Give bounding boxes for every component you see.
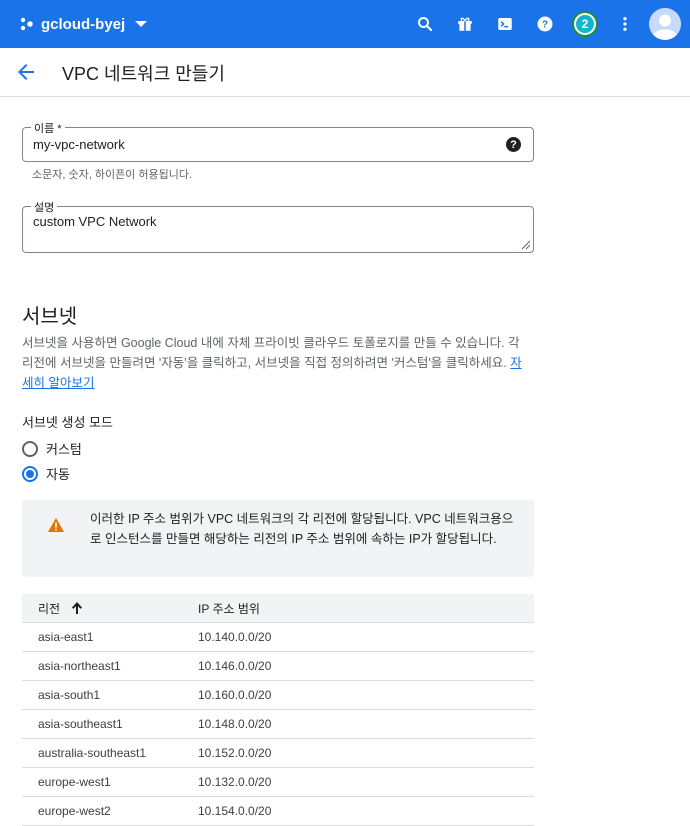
table-row: australia-southeast1 10.152.0.0/20 — [22, 739, 534, 768]
help-icon[interactable]: ? — [533, 12, 557, 36]
avatar[interactable] — [649, 8, 681, 40]
description-label: 설명 — [31, 199, 58, 215]
back-arrow-icon[interactable] — [14, 60, 38, 84]
description-value: custom VPC Network — [33, 214, 157, 229]
ip-range-cell: 10.146.0.0/20 — [198, 659, 272, 673]
ip-range-cell: 10.152.0.0/20 — [198, 746, 272, 760]
sort-arrow-up-icon[interactable] — [70, 601, 84, 615]
gift-icon[interactable] — [453, 12, 477, 36]
search-icon[interactable] — [413, 12, 437, 36]
region-cell: asia-northeast1 — [38, 659, 121, 673]
table-row: asia-southeast1 10.148.0.0/20 — [22, 710, 534, 739]
resize-handle-icon[interactable] — [521, 240, 531, 250]
table-row: europe-west2 10.154.0.0/20 — [22, 797, 534, 826]
table-row: asia-northeast1 10.146.0.0/20 — [22, 652, 534, 681]
svg-text:?: ? — [542, 19, 548, 30]
table-header: 리전 IP 주소 범위 — [22, 594, 534, 623]
radio-auto-label: 자동 — [46, 467, 70, 482]
ip-range-cell: 10.148.0.0/20 — [198, 717, 272, 731]
ip-range-cell: 10.160.0.0/20 — [198, 688, 272, 702]
notification-count: 2 — [576, 15, 594, 33]
column-header-ip-range: IP 주소 범위 — [198, 601, 260, 616]
help-icon[interactable]: ? — [506, 137, 521, 152]
project-selector[interactable]: gcloud-byej — [20, 15, 148, 33]
radio-button-selected[interactable] — [22, 465, 38, 482]
subnet-mode-title: 서브넷 생성 모드 — [22, 415, 113, 430]
subnet-section-title: 서브넷 — [22, 306, 78, 328]
name-value: my-vpc-network — [33, 137, 125, 152]
radio-auto[interactable]: 자동 — [22, 464, 70, 483]
ip-range-cell: 10.154.0.0/20 — [198, 804, 272, 818]
column-header-region-label: 리전 — [38, 601, 61, 616]
region-cell: europe-west1 — [38, 775, 111, 789]
region-cell: australia-southeast1 — [38, 746, 147, 760]
region-cell: asia-east1 — [38, 630, 94, 644]
project-dots-icon — [20, 17, 33, 31]
page-header: VPC 네트워크 만들기 — [0, 48, 690, 97]
ip-range-cell: 10.132.0.0/20 — [198, 775, 272, 789]
warning-icon — [48, 518, 64, 532]
warning-notice: 이러한 IP 주소 범위가 VPC 네트워크의 각 리전에 할당됩니다. VPC… — [22, 500, 534, 577]
radio-button[interactable] — [22, 440, 38, 457]
top-bar: gcloud-byej ? 2 — [0, 0, 690, 48]
page-title: VPC 네트워크 만들기 — [62, 64, 225, 84]
more-vert-icon[interactable] — [613, 12, 637, 36]
column-header-region[interactable]: 리전 — [22, 600, 198, 617]
ip-range-cell: 10.140.0.0/20 — [198, 630, 272, 644]
project-name: gcloud-byej — [41, 15, 126, 33]
region-cell: europe-west2 — [38, 804, 111, 818]
notice-text: 이러한 IP 주소 범위가 VPC 네트워크의 각 리전에 할당됩니다. VPC… — [90, 512, 514, 546]
chevron-down-icon — [135, 21, 148, 27]
subnet-description: 서브넷을 사용하면 Google Cloud 내에 자체 프라이빗 클라우드 토… — [22, 333, 532, 393]
table-row: europe-west1 10.132.0.0/20 — [22, 768, 534, 797]
table-row: asia-east1 10.140.0.0/20 — [22, 623, 534, 652]
name-hint: 소문자, 숫자, 하이픈이 허용됩니다. — [32, 169, 193, 181]
name-field[interactable]: 이름 * my-vpc-network ? — [22, 120, 534, 162]
subnet-table: 리전 IP 주소 범위 asia-east1 10.140.0.0/20 asia… — [22, 594, 534, 826]
name-label: 이름 * — [31, 120, 65, 136]
subnet-description-text: 서브넷을 사용하면 Google Cloud 내에 자체 프라이빗 클라우드 토… — [22, 336, 520, 370]
radio-custom-label: 커스텀 — [46, 442, 82, 457]
region-cell: asia-southeast1 — [38, 717, 123, 731]
table-row: asia-south1 10.160.0.0/20 — [22, 681, 534, 710]
notification-badge[interactable]: 2 — [572, 11, 598, 37]
radio-custom[interactable]: 커스텀 — [22, 439, 82, 458]
region-cell: asia-south1 — [38, 688, 101, 702]
description-field[interactable]: 설명 custom VPC Network — [22, 199, 534, 253]
cloud-shell-icon[interactable] — [493, 12, 517, 36]
table-body: asia-east1 10.140.0.0/20 asia-northeast1 1… — [22, 623, 534, 826]
